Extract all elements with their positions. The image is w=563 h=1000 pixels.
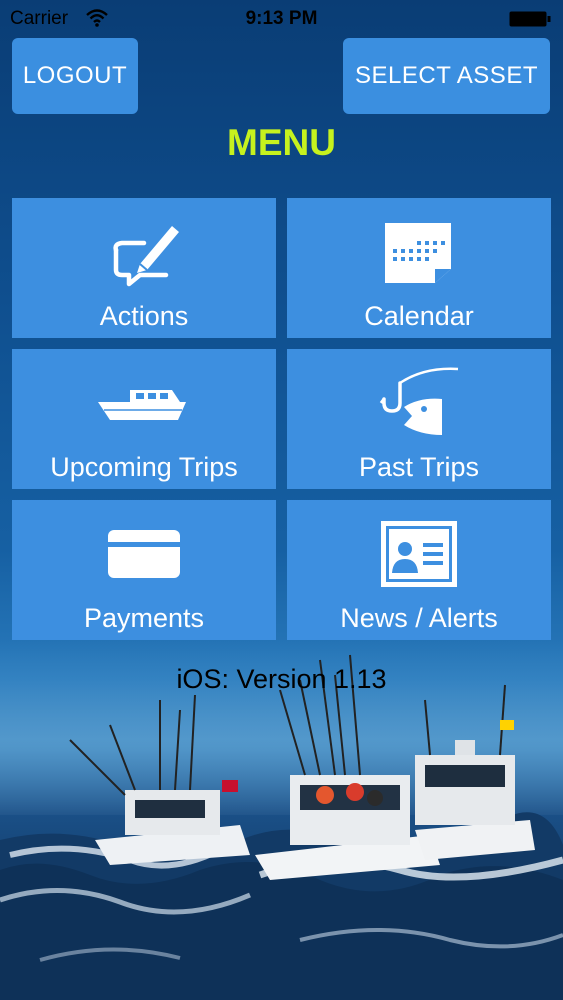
tile-upcoming-trips-label: Upcoming Trips	[50, 452, 238, 482]
tile-news-alerts-label: News / Alerts	[340, 603, 498, 633]
tile-payments-label: Payments	[83, 603, 205, 633]
calendar-icon	[385, 223, 451, 283]
page-title: MENU	[227, 122, 336, 163]
tile-actions[interactable]: Actions	[12, 198, 276, 338]
pen-speech-icon	[113, 226, 179, 287]
id-card-icon	[381, 521, 457, 587]
logout-button[interactable]: LOGOUT	[12, 38, 138, 114]
credit-card-icon	[108, 530, 180, 578]
tile-payments[interactable]: Payments	[12, 500, 276, 640]
status-time: 9:13 PM	[245, 8, 318, 29]
select-asset-button[interactable]: SELECT ASSET	[343, 38, 550, 114]
fish-hook-icon	[379, 367, 459, 435]
app-version: iOS: Version 1.13	[176, 664, 387, 694]
tile-calendar[interactable]: Calendar	[287, 198, 551, 338]
tile-calendar-label: Calendar	[364, 301, 474, 331]
tile-upcoming-trips[interactable]: Upcoming Trips	[12, 349, 276, 489]
tile-actions-label: Actions	[99, 301, 189, 331]
boat-icon	[98, 390, 186, 420]
tile-past-trips[interactable]: Past Trips	[287, 349, 551, 489]
status-bar: Carrier 9:13 PM	[0, 0, 563, 38]
tile-past-trips-label: Past Trips	[358, 452, 480, 482]
battery-icon	[509, 11, 551, 27]
tile-news-alerts[interactable]: News / Alerts	[287, 500, 551, 640]
